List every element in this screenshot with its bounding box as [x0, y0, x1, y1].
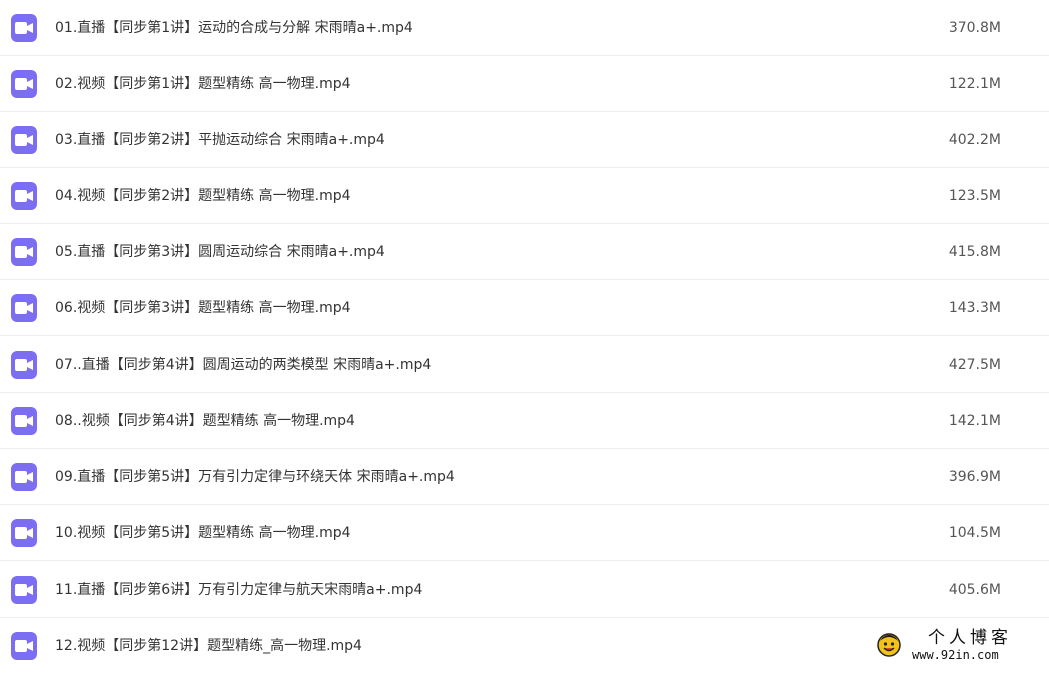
site-watermark: 个人博客 www.92in.com — [876, 628, 1046, 664]
file-row[interactable]: 02.视频【同步第1讲】题型精练 高一物理.mp4 122.1M — [0, 56, 1049, 112]
video-file-icon — [11, 294, 37, 322]
file-size: 123.5M — [948, 188, 1001, 204]
file-name[interactable]: 10.视频【同步第5讲】题型精练 高一物理.mp4 — [55, 523, 351, 543]
video-file-icon — [11, 14, 37, 42]
file-row[interactable]: 08..视频【同步第4讲】题型精练 高一物理.mp4 142.1M — [0, 393, 1049, 449]
smiley-face-logo — [876, 632, 902, 658]
file-name[interactable]: 04.视频【同步第2讲】题型精练 高一物理.mp4 — [55, 186, 351, 206]
file-size: 122.1M — [948, 76, 1001, 92]
file-row[interactable]: 11.直播【同步第6讲】万有引力定律与航天宋雨晴a+.mp4 405.6M — [0, 562, 1049, 618]
file-size: 396.9M — [948, 469, 1001, 485]
video-file-icon — [11, 519, 37, 547]
file-name[interactable]: 01.直播【同步第1讲】运动的合成与分解 宋雨晴a+.mp4 — [55, 18, 413, 38]
file-list: 01.直播【同步第1讲】运动的合成与分解 宋雨晴a+.mp4 370.8M 02… — [0, 0, 1049, 667]
video-file-icon — [11, 70, 37, 98]
file-name[interactable]: 07..直播【同步第4讲】圆周运动的两类模型 宋雨晴a+.mp4 — [55, 355, 431, 375]
file-row[interactable]: 09.直播【同步第5讲】万有引力定律与环绕天体 宋雨晴a+.mp4 396.9M — [0, 449, 1049, 505]
video-file-icon — [11, 126, 37, 154]
file-name[interactable]: 11.直播【同步第6讲】万有引力定律与航天宋雨晴a+.mp4 — [55, 580, 422, 600]
video-file-icon — [11, 407, 37, 435]
file-row[interactable]: 05.直播【同步第3讲】圆周运动综合 宋雨晴a+.mp4 415.8M — [0, 224, 1049, 280]
file-name[interactable]: 05.直播【同步第3讲】圆周运动综合 宋雨晴a+.mp4 — [55, 242, 385, 262]
video-file-icon — [11, 463, 37, 491]
file-size: 370.8M — [948, 20, 1001, 36]
video-file-icon — [11, 576, 37, 604]
file-row[interactable]: 04.视频【同步第2讲】题型精练 高一物理.mp4 123.5M — [0, 168, 1049, 224]
video-file-icon — [11, 351, 37, 379]
file-size: 402.2M — [948, 132, 1001, 148]
video-file-icon — [11, 182, 37, 210]
file-row[interactable]: 01.直播【同步第1讲】运动的合成与分解 宋雨晴a+.mp4 370.8M — [0, 0, 1049, 56]
file-name[interactable]: 02.视频【同步第1讲】题型精练 高一物理.mp4 — [55, 74, 351, 94]
file-row[interactable]: 10.视频【同步第5讲】题型精练 高一物理.mp4 104.5M — [0, 505, 1049, 561]
file-size: 427.5M — [948, 357, 1001, 373]
file-size: 104.5M — [948, 525, 1001, 541]
file-name[interactable]: 03.直播【同步第2讲】平抛运动综合 宋雨晴a+.mp4 — [55, 130, 385, 150]
file-name[interactable]: 08..视频【同步第4讲】题型精练 高一物理.mp4 — [55, 411, 355, 431]
file-row[interactable]: 07..直播【同步第4讲】圆周运动的两类模型 宋雨晴a+.mp4 427.5M — [0, 337, 1049, 393]
video-file-icon — [11, 238, 37, 266]
file-size: 143.3M — [948, 300, 1001, 316]
file-size: 415.8M — [948, 244, 1001, 260]
file-row[interactable]: 03.直播【同步第2讲】平抛运动综合 宋雨晴a+.mp4 402.2M — [0, 112, 1049, 168]
file-name[interactable]: 12.视频【同步第12讲】题型精练_高一物理.mp4 — [55, 636, 362, 656]
file-size: 142.1M — [948, 413, 1001, 429]
file-row[interactable]: 06.视频【同步第3讲】题型精练 高一物理.mp4 143.3M — [0, 280, 1049, 336]
watermark-url: www.92in.com — [912, 648, 999, 662]
file-size: 405.6M — [948, 582, 1001, 598]
video-file-icon — [11, 632, 37, 660]
watermark-title: 个人博客 — [928, 628, 1012, 648]
file-name[interactable]: 09.直播【同步第5讲】万有引力定律与环绕天体 宋雨晴a+.mp4 — [55, 467, 455, 487]
file-name[interactable]: 06.视频【同步第3讲】题型精练 高一物理.mp4 — [55, 298, 351, 318]
